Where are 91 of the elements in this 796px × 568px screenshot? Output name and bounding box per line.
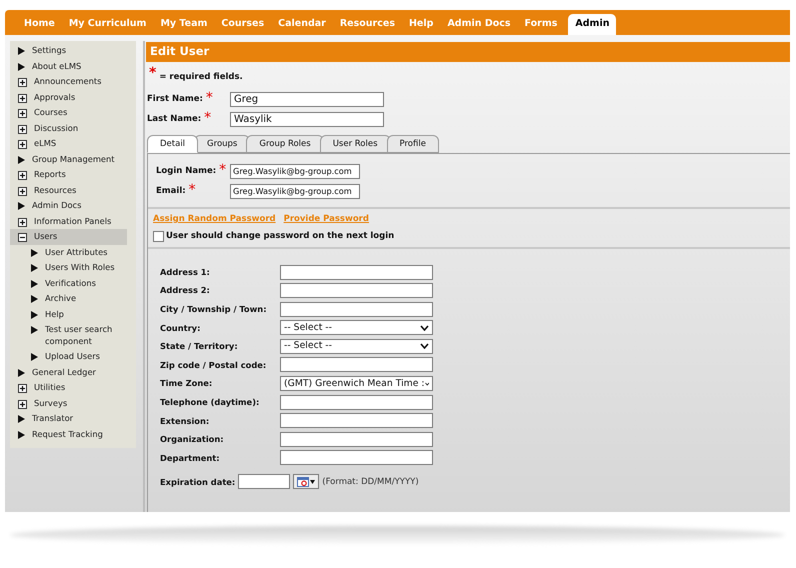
plus-box-icon[interactable]	[18, 140, 27, 149]
sidebar-item[interactable]: Courses	[10, 105, 127, 120]
panel-header: Edit User	[146, 42, 790, 62]
plus-box-icon[interactable]	[18, 218, 27, 226]
field-label: First Name:	[147, 93, 203, 106]
field-label: Address 1:	[160, 266, 211, 278]
field-label: Extension:	[160, 414, 210, 427]
sidebar-item[interactable]: Archive	[10, 291, 127, 306]
tab[interactable]: Detail	[147, 135, 198, 153]
input-field[interactable]	[280, 450, 433, 466]
tab[interactable]: User Roles	[320, 135, 391, 153]
sidebar-item[interactable]: Reports	[10, 167, 127, 182]
required-asterisk: *	[219, 165, 226, 176]
caret-icon	[310, 480, 316, 484]
input-field[interactable]: Wasylik	[230, 112, 384, 127]
sidebar-item[interactable]: Admin Docs	[10, 198, 127, 214]
field-label: Email:	[156, 185, 186, 198]
sidebar-item[interactable]: Settings	[10, 43, 127, 58]
required-asterisk: *	[188, 185, 196, 196]
input-field[interactable]	[280, 264, 433, 280]
date-field[interactable]	[238, 474, 290, 490]
sidebar-item[interactable]: eLMS	[10, 136, 127, 152]
date-format-hint: (Format: DD/MM/YYYY)	[322, 476, 419, 488]
required-note: = required fields.	[159, 71, 243, 84]
sidebar-item[interactable]: Group Management	[10, 152, 127, 167]
field-label: State / Territory:	[160, 340, 239, 353]
select-dropdown[interactable]: -- Select --	[280, 338, 433, 354]
field-label: City / Township / Town:	[160, 302, 268, 316]
input-field[interactable]	[280, 432, 433, 447]
field-label: Department:	[160, 452, 221, 464]
sidebar-item[interactable]: Users With Roles	[10, 260, 127, 276]
field-label: Expiration date:	[160, 476, 236, 488]
input-field[interactable]	[280, 394, 433, 410]
checkbox[interactable]	[153, 230, 164, 242]
input-field[interactable]	[280, 283, 433, 298]
field-label: Last Name:	[147, 113, 202, 126]
input-field[interactable]: Greg	[230, 92, 384, 107]
calendar-button[interactable]	[293, 474, 320, 490]
plus-box-icon[interactable]	[18, 78, 27, 87]
sidebar-item[interactable]: General Ledger	[10, 364, 127, 380]
plus-box-icon[interactable]	[18, 109, 27, 118]
input-field[interactable]	[280, 413, 433, 428]
required-asterisk: *	[206, 93, 213, 104]
sidebar-item[interactable]: Announcements	[10, 74, 127, 90]
plus-box-icon[interactable]	[18, 124, 27, 134]
input-field[interactable]: Greg.Wasylik@bg-group.com	[230, 164, 360, 179]
tab[interactable]: Group Roles	[246, 135, 324, 153]
triangle-icon	[18, 156, 25, 164]
sidebar-item[interactable]: Surveys	[10, 396, 127, 411]
required-asterisk: *	[204, 113, 212, 124]
sidebar-item[interactable]: Discussion	[10, 120, 127, 136]
sidebar-item[interactable]: Verifications	[10, 276, 127, 291]
input-field[interactable]	[280, 357, 433, 372]
triangle-icon	[18, 202, 25, 210]
plus-box-icon[interactable]	[18, 400, 27, 408]
input-field[interactable]	[280, 302, 433, 317]
field-label: Time Zone:	[160, 377, 214, 390]
sidebar-item[interactable]: Help	[10, 306, 127, 322]
chevron-down-icon	[420, 324, 429, 331]
field-label: Address 2:	[160, 284, 211, 297]
sidebar-item[interactable]: User Attributes	[10, 244, 127, 260]
plus-box-icon[interactable]	[18, 384, 27, 393]
sidebar-item[interactable]: Utilities	[10, 380, 127, 396]
select-dropdown[interactable]: (GMT) Greenwich Mean Time :	[280, 376, 433, 392]
sidebar-item[interactable]: Translator	[10, 411, 127, 426]
select-dropdown[interactable]: -- Select --	[280, 320, 433, 336]
sidebar-item[interactable]: Approvals	[10, 90, 127, 105]
minus-box-icon[interactable]	[18, 233, 27, 242]
field-label: Telephone (daytime):	[160, 396, 260, 408]
sidebar-item[interactable]: Resources	[10, 182, 127, 198]
chevron-down-icon	[420, 343, 429, 350]
nav-tab[interactable]: Admin	[568, 14, 616, 35]
sidebar-item[interactable]: Upload Users	[10, 349, 127, 364]
input-field[interactable]: Greg.Wasylik@bg-group.com	[230, 184, 360, 199]
checkbox-label: User should change password on the next login	[166, 230, 394, 242]
sidebar-item[interactable]: Users	[10, 229, 127, 244]
field-label: Zip code / Postal code:	[160, 358, 268, 372]
sidebar-item[interactable]: About eLMS	[10, 58, 127, 74]
chevron-down-icon	[424, 380, 429, 387]
field-label: Login Name:	[156, 165, 216, 178]
calendar-icon	[297, 476, 310, 487]
sidebar-item[interactable]: Request Tracking	[10, 426, 127, 442]
field-label: Organization:	[160, 433, 225, 446]
field-label: Country:	[160, 322, 202, 334]
plus-box-icon[interactable]	[18, 171, 27, 180]
sidebar-item[interactable]: Test user search component	[10, 322, 127, 349]
sidebar-item[interactable]: Information Panels	[10, 214, 127, 229]
tab[interactable]: Profile	[386, 135, 439, 153]
plus-box-icon[interactable]	[18, 186, 27, 196]
plus-box-icon[interactable]	[18, 94, 27, 102]
required-asterisk: *	[149, 68, 156, 78]
